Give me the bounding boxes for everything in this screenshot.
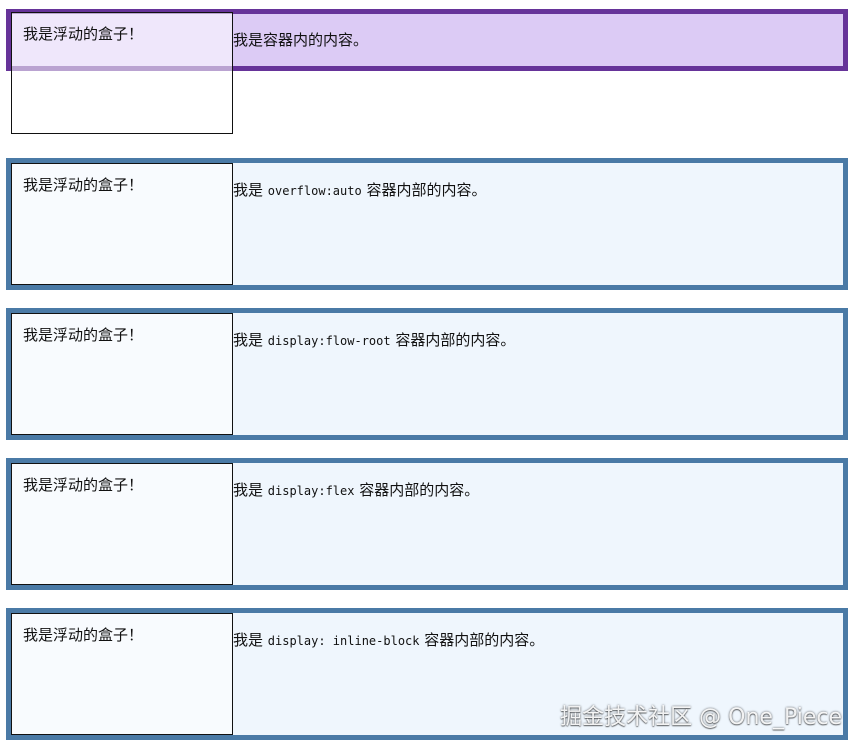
- container-content-text: 我是 overflow:auto 容器内部的内容。: [233, 181, 486, 200]
- floated-box-label: 我是浮动的盒子！: [23, 176, 144, 194]
- floated-box: 我是浮动的盒子！: [11, 12, 233, 134]
- floated-box: 我是浮动的盒子！: [11, 313, 233, 435]
- content-prefix: 我是容器内的内容。: [233, 31, 369, 49]
- container-content-text: 我是 display:flex 容器内部的内容。: [233, 481, 479, 500]
- container-content-text: 我是 display: inline-block 容器内部的内容。: [233, 631, 544, 650]
- floated-box: 我是浮动的盒子！: [11, 163, 233, 285]
- floated-box: 我是浮动的盒子！: [11, 613, 233, 735]
- content-prefix: 我是: [233, 181, 268, 199]
- content-prefix: 我是: [233, 631, 268, 649]
- floated-box-label: 我是浮动的盒子！: [23, 326, 144, 344]
- content-code: display:flow-root: [267, 334, 391, 348]
- content-code: overflow:auto: [267, 184, 362, 198]
- content-prefix: 我是: [233, 481, 268, 499]
- container-content-text: 我是容器内的内容。: [233, 31, 368, 50]
- content-suffix: 容器内部的内容。: [361, 181, 487, 199]
- floated-box-label: 我是浮动的盒子！: [23, 25, 144, 43]
- content-prefix: 我是: [233, 331, 268, 349]
- floated-box: 我是浮动的盒子！: [11, 463, 233, 585]
- content-suffix: 容器内部的内容。: [390, 331, 516, 349]
- floated-box-label: 我是浮动的盒子！: [23, 626, 144, 644]
- content-code: display: inline-block: [267, 634, 420, 648]
- content-code: display:flex: [267, 484, 355, 498]
- content-suffix: 容器内部的内容。: [354, 481, 480, 499]
- content-suffix: 容器内部的内容。: [419, 631, 545, 649]
- container-content-text: 我是 display:flow-root 容器内部的内容。: [233, 331, 515, 350]
- floated-box-label: 我是浮动的盒子！: [23, 476, 144, 494]
- watermark-text: 掘金技术社区 @ One_Piece: [560, 705, 842, 730]
